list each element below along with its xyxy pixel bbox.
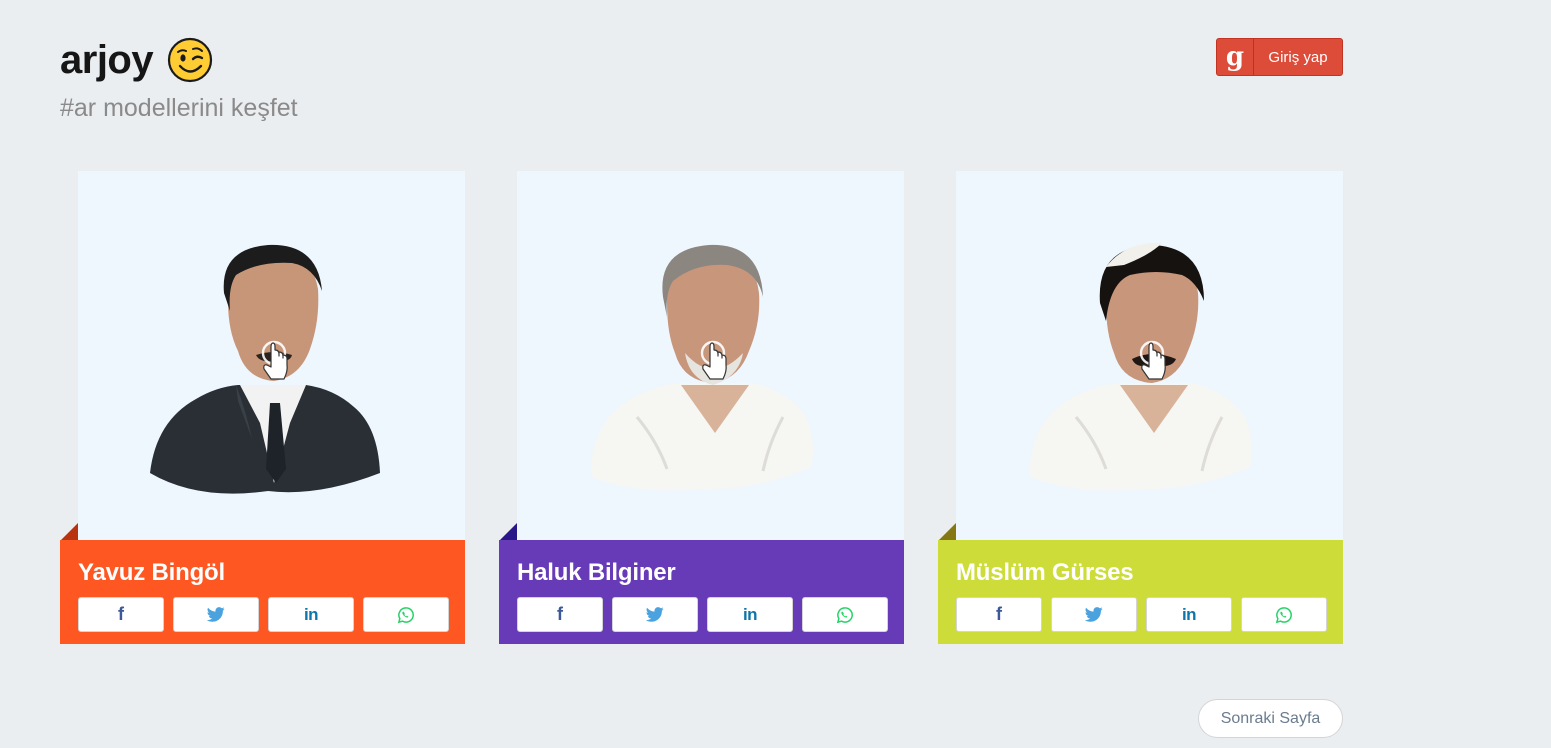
- share-buttons: f in: [517, 597, 888, 632]
- model-card[interactable]: Müslüm Gürses f in: [938, 171, 1343, 644]
- twitter-icon: [1085, 607, 1103, 622]
- model-title: Müslüm Gürses: [956, 559, 1134, 586]
- model-bust-image: [590, 244, 813, 491]
- share-whatsapp-button[interactable]: [363, 597, 449, 632]
- share-linkedin-button[interactable]: in: [268, 597, 354, 632]
- share-twitter-button[interactable]: [173, 597, 259, 632]
- google-login-button[interactable]: g Giriş yap: [1216, 38, 1343, 76]
- model-preview[interactable]: [517, 171, 904, 540]
- ribbon-fold: [60, 523, 78, 541]
- card-footer: Yavuz Bingöl f in: [60, 540, 465, 644]
- card-footer: Müslüm Gürses f in: [938, 540, 1343, 644]
- whatsapp-icon: [397, 606, 414, 623]
- share-linkedin-button[interactable]: in: [707, 597, 793, 632]
- linkedin-icon: in: [1181, 604, 1197, 624]
- model-bust-image: [1029, 242, 1252, 491]
- tagline: #ar modellerini keşfet: [60, 94, 298, 122]
- login-label: Giriş yap: [1268, 48, 1328, 66]
- model-card[interactable]: Haluk Bilginer f in: [499, 171, 904, 644]
- share-twitter-button[interactable]: [1051, 597, 1137, 632]
- facebook-icon: f: [557, 604, 563, 624]
- facebook-icon: f: [996, 604, 1002, 624]
- share-whatsapp-button[interactable]: [1241, 597, 1327, 632]
- linkedin-icon: in: [742, 604, 758, 624]
- ribbon-fold: [499, 523, 517, 541]
- model-preview[interactable]: [78, 171, 465, 540]
- brand[interactable]: arjoy: [60, 34, 213, 86]
- model-preview[interactable]: [956, 171, 1343, 540]
- share-buttons: f in: [78, 597, 449, 632]
- model-bust-image: [150, 244, 380, 494]
- linkedin-icon: in: [303, 604, 319, 624]
- model-title: Haluk Bilginer: [517, 559, 676, 586]
- share-twitter-button[interactable]: [612, 597, 698, 632]
- model-card[interactable]: Yavuz Bingöl f in: [60, 171, 465, 644]
- share-facebook-button[interactable]: f: [517, 597, 603, 632]
- share-facebook-button[interactable]: f: [78, 597, 164, 632]
- facebook-icon: f: [118, 604, 124, 624]
- whatsapp-icon: [836, 606, 853, 623]
- winking-face-icon: [168, 37, 213, 83]
- share-linkedin-button[interactable]: in: [1146, 597, 1232, 632]
- ribbon-fold: [938, 523, 956, 541]
- share-facebook-button[interactable]: f: [956, 597, 1042, 632]
- share-whatsapp-button[interactable]: [802, 597, 888, 632]
- card-footer: Haluk Bilginer f in: [499, 540, 904, 644]
- whatsapp-icon: [1275, 606, 1292, 623]
- next-page-button[interactable]: Sonraki Sayfa: [1198, 699, 1343, 738]
- model-title: Yavuz Bingöl: [78, 559, 225, 586]
- brand-name: arjoy: [60, 38, 154, 82]
- twitter-icon: [646, 607, 664, 622]
- share-buttons: f in: [956, 597, 1327, 632]
- twitter-icon: [207, 607, 225, 622]
- google-plus-icon: g: [1217, 39, 1254, 75]
